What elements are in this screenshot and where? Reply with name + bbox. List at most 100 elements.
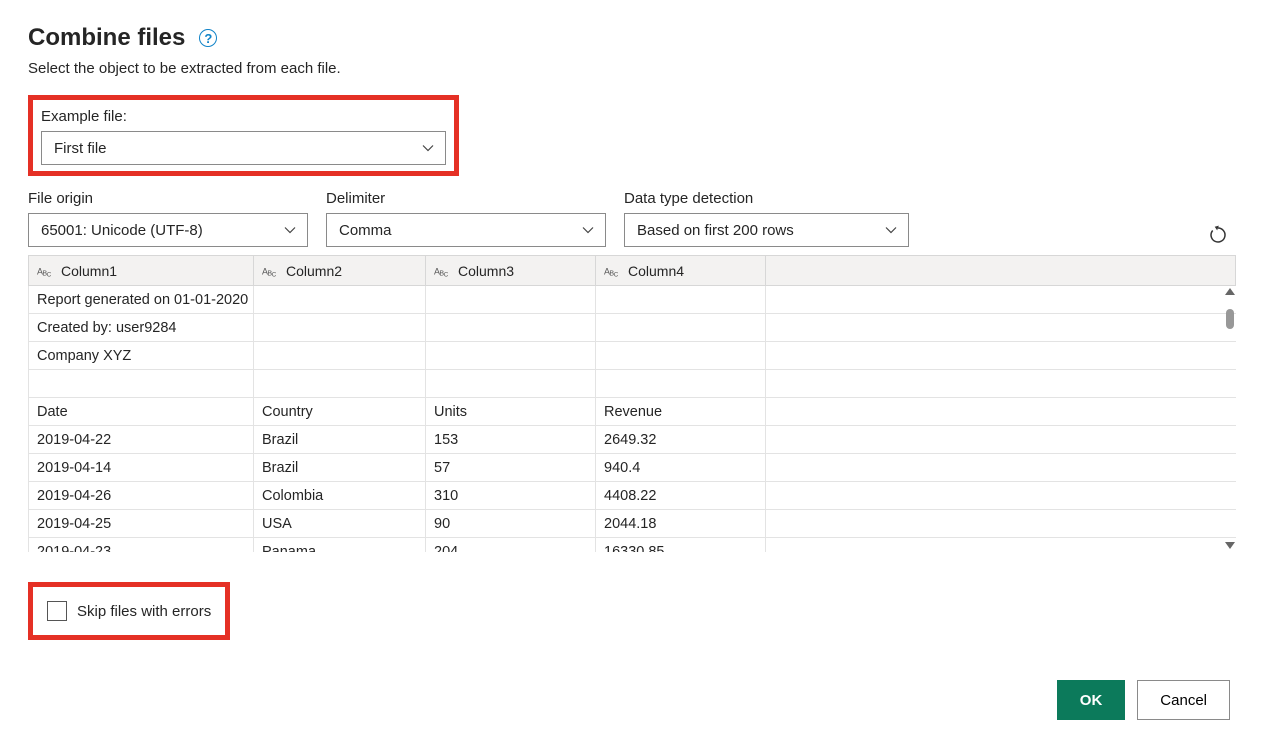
- table-row: Report generated on 01-01-2020: [29, 286, 1236, 314]
- table-cell[interactable]: [426, 286, 596, 314]
- skip-errors-checkbox[interactable]: [47, 601, 67, 621]
- refresh-area: [1208, 225, 1238, 247]
- table-cell[interactable]: 2019-04-22: [29, 426, 254, 454]
- scroll-thumb[interactable]: [1226, 309, 1234, 329]
- table-row: 2019-04-25USA902044.18: [29, 510, 1236, 538]
- table-cell[interactable]: [596, 370, 766, 398]
- skip-errors-highlight: Skip files with errors: [28, 582, 230, 640]
- column-header[interactable]: ABCColumn2: [254, 256, 426, 286]
- header-row: ABCColumn1 ABCColumn2 ABCColumn3 ABCColu…: [29, 256, 1236, 286]
- table-cell[interactable]: 2019-04-25: [29, 510, 254, 538]
- table-cell[interactable]: 4408.22: [596, 482, 766, 510]
- dialog-footer: OK Cancel: [28, 680, 1238, 720]
- chevron-down-icon: [884, 223, 898, 237]
- delimiter-label: Delimiter: [326, 190, 606, 207]
- refresh-icon[interactable]: [1208, 225, 1228, 245]
- svg-text:C: C: [444, 271, 449, 278]
- table-cell[interactable]: [426, 314, 596, 342]
- table-cell[interactable]: Date: [29, 398, 254, 426]
- table-cell[interactable]: Colombia: [254, 482, 426, 510]
- column-header[interactable]: ABCColumn4: [596, 256, 766, 286]
- data-type-value: Based on first 200 rows: [637, 222, 794, 239]
- table-cell-rest: [766, 314, 1236, 342]
- table-cell[interactable]: [254, 314, 426, 342]
- dialog-header: Combine files ?: [28, 24, 1238, 52]
- table-cell[interactable]: USA: [254, 510, 426, 538]
- table-row: 2019-04-23Panama20416330.85: [29, 538, 1236, 553]
- table-cell[interactable]: [29, 370, 254, 398]
- table-cell[interactable]: Brazil: [254, 426, 426, 454]
- svg-text:C: C: [614, 271, 619, 278]
- svg-text:C: C: [272, 271, 277, 278]
- table-row: Created by: user9284: [29, 314, 1236, 342]
- table-cell[interactable]: Report generated on 01-01-2020: [29, 286, 254, 314]
- table-cell-rest: [766, 482, 1236, 510]
- text-type-icon: ABC: [434, 264, 450, 278]
- table-cell[interactable]: 2044.18: [596, 510, 766, 538]
- table-cell[interactable]: [426, 342, 596, 370]
- table-cell[interactable]: [596, 314, 766, 342]
- preview-table: ABCColumn1 ABCColumn2 ABCColumn3 ABCColu…: [28, 255, 1236, 552]
- table-row: 2019-04-14Brazil57940.4: [29, 454, 1236, 482]
- table-cell[interactable]: 2019-04-14: [29, 454, 254, 482]
- table-row: DateCountryUnitsRevenue: [29, 398, 1236, 426]
- table-cell-rest: [766, 538, 1236, 553]
- data-type-group: Data type detection Based on first 200 r…: [624, 190, 909, 247]
- table-cell[interactable]: Panama: [254, 538, 426, 553]
- table-cell[interactable]: [596, 342, 766, 370]
- table-cell[interactable]: 204: [426, 538, 596, 553]
- column-header[interactable]: ABCColumn1: [29, 256, 254, 286]
- table-cell[interactable]: Country: [254, 398, 426, 426]
- ok-button[interactable]: OK: [1057, 680, 1126, 720]
- chevron-down-icon: [283, 223, 297, 237]
- file-origin-value: 65001: Unicode (UTF-8): [41, 222, 203, 239]
- table-cell[interactable]: 90: [426, 510, 596, 538]
- table-cell[interactable]: Units: [426, 398, 596, 426]
- scroll-up-icon[interactable]: [1225, 288, 1235, 295]
- chevron-down-icon: [421, 141, 435, 155]
- table-row: Company XYZ: [29, 342, 1236, 370]
- table-cell[interactable]: [426, 370, 596, 398]
- table-cell[interactable]: 310: [426, 482, 596, 510]
- table-cell[interactable]: [254, 342, 426, 370]
- example-file-dropdown[interactable]: First file: [41, 131, 446, 165]
- table-cell[interactable]: 57: [426, 454, 596, 482]
- scrollbar[interactable]: [1221, 285, 1238, 552]
- table-cell[interactable]: 16330.85: [596, 538, 766, 553]
- table-cell[interactable]: Company XYZ: [29, 342, 254, 370]
- dialog-subtitle: Select the object to be extracted from e…: [28, 60, 1238, 77]
- column-header-rest: [766, 256, 1236, 286]
- file-origin-dropdown[interactable]: 65001: Unicode (UTF-8): [28, 213, 308, 247]
- table-cell[interactable]: [596, 286, 766, 314]
- text-type-icon: ABC: [604, 264, 620, 278]
- file-origin-label: File origin: [28, 190, 308, 207]
- help-icon[interactable]: ?: [199, 29, 217, 47]
- table-cell[interactable]: 2649.32: [596, 426, 766, 454]
- svg-text:C: C: [47, 271, 52, 278]
- delimiter-value: Comma: [339, 222, 392, 239]
- table-cell[interactable]: 940.4: [596, 454, 766, 482]
- table-cell[interactable]: [254, 370, 426, 398]
- delimiter-dropdown[interactable]: Comma: [326, 213, 606, 247]
- scroll-down-icon[interactable]: [1225, 542, 1235, 549]
- table-cell-rest: [766, 398, 1236, 426]
- table-cell[interactable]: 2019-04-26: [29, 482, 254, 510]
- table-cell[interactable]: Brazil: [254, 454, 426, 482]
- text-type-icon: ABC: [37, 264, 53, 278]
- table-cell-rest: [766, 510, 1236, 538]
- table-cell-rest: [766, 454, 1236, 482]
- data-type-dropdown[interactable]: Based on first 200 rows: [624, 213, 909, 247]
- column-header[interactable]: ABCColumn3: [426, 256, 596, 286]
- table-row: 2019-04-22Brazil1532649.32: [29, 426, 1236, 454]
- table-cell[interactable]: [254, 286, 426, 314]
- table-cell[interactable]: 153: [426, 426, 596, 454]
- skip-errors-row: Skip files with errors: [28, 582, 1238, 640]
- table-cell[interactable]: Created by: user9284: [29, 314, 254, 342]
- text-type-icon: ABC: [262, 264, 278, 278]
- table-cell[interactable]: Revenue: [596, 398, 766, 426]
- example-file-highlight: Example file: First file: [28, 95, 459, 176]
- cancel-button[interactable]: Cancel: [1137, 680, 1230, 720]
- table-cell[interactable]: 2019-04-23: [29, 538, 254, 553]
- data-type-label: Data type detection: [624, 190, 909, 207]
- table-cell-rest: [766, 286, 1236, 314]
